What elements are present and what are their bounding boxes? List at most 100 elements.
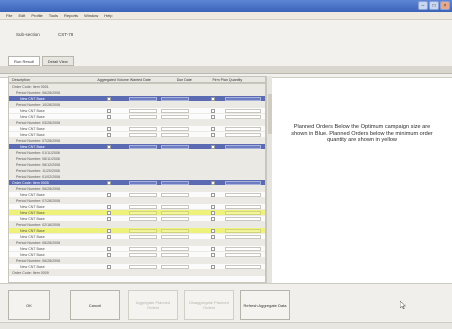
due-date-cell[interactable] bbox=[161, 115, 189, 119]
volume-cell[interactable] bbox=[129, 229, 157, 233]
firm-checkbox[interactable] bbox=[211, 109, 215, 113]
quantity-cell[interactable] bbox=[225, 181, 261, 185]
quantity-cell[interactable] bbox=[225, 229, 261, 233]
quantity-cell[interactable] bbox=[225, 193, 261, 197]
refresh-aggregate-button[interactable]: Refresh Aggregate Data bbox=[240, 290, 290, 320]
row-checkbox[interactable] bbox=[107, 133, 111, 137]
due-date-cell[interactable] bbox=[161, 127, 189, 131]
volume-cell[interactable] bbox=[129, 97, 157, 101]
volume-cell[interactable] bbox=[129, 217, 157, 221]
quantity-cell[interactable] bbox=[225, 235, 261, 239]
column-header-description[interactable]: Description bbox=[9, 77, 94, 82]
firm-checkbox[interactable] bbox=[211, 193, 215, 197]
due-date-cell[interactable] bbox=[161, 211, 189, 215]
due-date-cell[interactable] bbox=[161, 235, 189, 239]
due-date-cell[interactable] bbox=[161, 193, 189, 197]
due-date-cell[interactable] bbox=[161, 217, 189, 221]
due-date-cell[interactable] bbox=[161, 97, 189, 101]
quantity-cell[interactable] bbox=[225, 127, 261, 131]
quantity-cell[interactable] bbox=[225, 115, 261, 119]
row-checkbox[interactable] bbox=[107, 97, 111, 101]
scrollbar-thumb[interactable] bbox=[268, 94, 272, 134]
row-checkbox[interactable] bbox=[107, 247, 111, 251]
volume-cell[interactable] bbox=[129, 253, 157, 257]
volume-cell[interactable] bbox=[129, 205, 157, 209]
row-checkbox[interactable] bbox=[107, 229, 111, 233]
volume-cell[interactable] bbox=[129, 211, 157, 215]
volume-cell[interactable] bbox=[129, 235, 157, 239]
due-date-cell[interactable] bbox=[161, 265, 189, 269]
due-date-cell[interactable] bbox=[161, 181, 189, 185]
volume-cell[interactable] bbox=[129, 127, 157, 131]
row-checkbox[interactable] bbox=[107, 193, 111, 197]
row-checkbox[interactable] bbox=[107, 109, 111, 113]
quantity-cell[interactable] bbox=[225, 247, 261, 251]
tab-detail-view[interactable]: Detail View bbox=[41, 56, 74, 66]
menu-item-file[interactable]: File bbox=[6, 13, 12, 18]
firm-checkbox[interactable] bbox=[211, 217, 215, 221]
row-checkbox[interactable] bbox=[107, 253, 111, 257]
menu-item-reports[interactable]: Reports bbox=[64, 13, 78, 18]
cancel-button[interactable]: Cancel bbox=[70, 290, 120, 320]
orders-grid[interactable]: Order Code: Item 0001 Period Number: 06/2… bbox=[8, 83, 266, 283]
firm-checkbox[interactable] bbox=[211, 205, 215, 209]
close-icon[interactable]: × bbox=[440, 1, 450, 10]
firm-checkbox[interactable] bbox=[211, 127, 215, 131]
quantity-cell[interactable] bbox=[225, 145, 261, 149]
menu-item-edit[interactable]: Edit bbox=[18, 13, 25, 18]
volume-cell[interactable] bbox=[129, 145, 157, 149]
volume-cell[interactable] bbox=[129, 265, 157, 269]
row-checkbox[interactable] bbox=[107, 217, 111, 221]
due-date-cell[interactable] bbox=[161, 145, 189, 149]
volume-cell[interactable] bbox=[129, 193, 157, 197]
row-checkbox[interactable] bbox=[107, 205, 111, 209]
row-checkbox[interactable] bbox=[107, 265, 111, 269]
volume-cell[interactable] bbox=[129, 109, 157, 113]
aggregate-button[interactable]: Aggregate Planned Orders bbox=[128, 290, 178, 320]
due-date-cell[interactable] bbox=[161, 205, 189, 209]
due-date-cell[interactable] bbox=[161, 253, 189, 257]
column-header-due-date[interactable]: Due Date bbox=[174, 77, 210, 82]
firm-checkbox[interactable] bbox=[211, 133, 215, 137]
due-date-cell[interactable] bbox=[161, 229, 189, 233]
due-date-cell[interactable] bbox=[161, 133, 189, 137]
column-header-firm-plan[interactable]: Firm Plan Quantity bbox=[209, 77, 265, 82]
row-checkbox[interactable] bbox=[107, 181, 111, 185]
due-date-cell[interactable] bbox=[161, 247, 189, 251]
firm-checkbox[interactable] bbox=[211, 229, 215, 233]
table-row[interactable]: Order Code: Item 0009 bbox=[9, 270, 265, 276]
menu-item-help[interactable]: Help bbox=[104, 13, 112, 18]
firm-checkbox[interactable] bbox=[211, 145, 215, 149]
due-date-cell[interactable] bbox=[161, 109, 189, 113]
quantity-cell[interactable] bbox=[225, 109, 261, 113]
quantity-cell[interactable] bbox=[225, 205, 261, 209]
volume-cell[interactable] bbox=[129, 115, 157, 119]
tab-run-result[interactable]: Run Result bbox=[8, 56, 40, 66]
volume-cell[interactable] bbox=[129, 181, 157, 185]
firm-checkbox[interactable] bbox=[211, 115, 215, 119]
menu-item-tools[interactable]: Tools bbox=[49, 13, 58, 18]
quantity-cell[interactable] bbox=[225, 97, 261, 101]
quantity-cell[interactable] bbox=[225, 265, 261, 269]
firm-checkbox[interactable] bbox=[211, 265, 215, 269]
firm-checkbox[interactable] bbox=[211, 211, 215, 215]
firm-checkbox[interactable] bbox=[211, 247, 215, 251]
quantity-cell[interactable] bbox=[225, 217, 261, 221]
maximize-icon[interactable]: □ bbox=[429, 1, 439, 10]
volume-cell[interactable] bbox=[129, 247, 157, 251]
firm-checkbox[interactable] bbox=[211, 97, 215, 101]
ok-button[interactable]: OK bbox=[8, 290, 50, 320]
firm-checkbox[interactable] bbox=[211, 253, 215, 257]
firm-checkbox[interactable] bbox=[211, 181, 215, 185]
firm-checkbox[interactable] bbox=[211, 235, 215, 239]
quantity-cell[interactable] bbox=[225, 253, 261, 257]
menu-item-profile[interactable]: Profile bbox=[31, 13, 42, 18]
column-header-volume[interactable]: Aggregated Volume Wanted Date bbox=[94, 77, 173, 82]
row-checkbox[interactable] bbox=[107, 127, 111, 131]
menu-item-window[interactable]: Window bbox=[84, 13, 98, 18]
quantity-cell[interactable] bbox=[225, 211, 261, 215]
row-checkbox[interactable] bbox=[107, 211, 111, 215]
minimize-icon[interactable]: – bbox=[418, 1, 428, 10]
row-checkbox[interactable] bbox=[107, 115, 111, 119]
disaggregate-button[interactable]: Disaggregate Planned Orders bbox=[184, 290, 234, 320]
